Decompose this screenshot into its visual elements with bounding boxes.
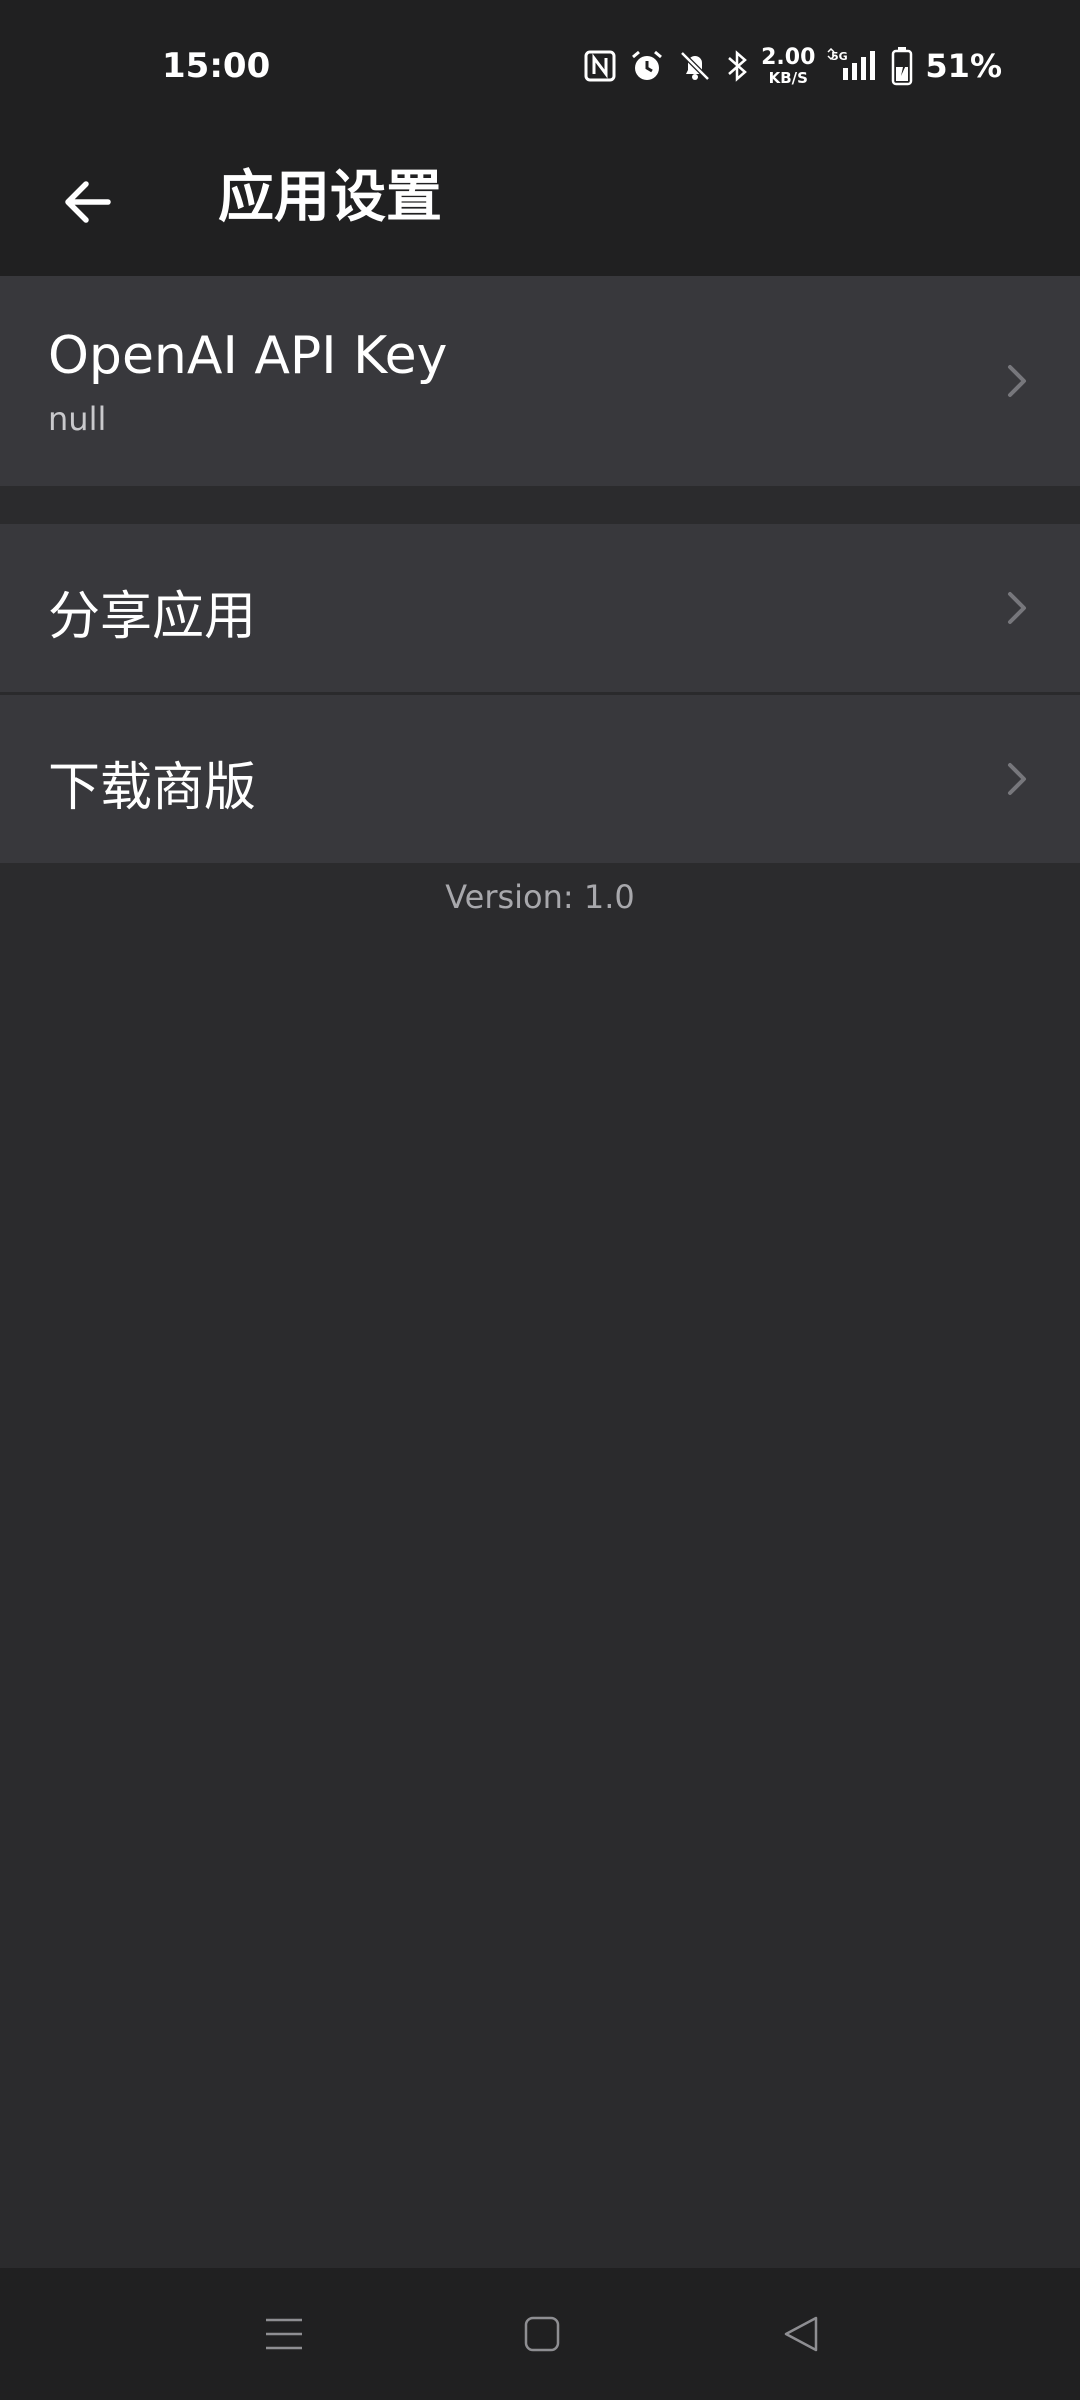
- settings-item-subtitle: null: [48, 400, 107, 438]
- screen: 15:00 2.00 KB/S 5G 51% 应用设置 OpenAI API K…: [0, 0, 1080, 2400]
- back-triangle-icon: [784, 2316, 818, 2352]
- version-label: Version: 1.0: [445, 878, 635, 916]
- nav-back-button[interactable]: [772, 2304, 832, 2364]
- battery-percent: 51%: [925, 47, 1002, 85]
- menu-icon: [266, 2318, 302, 2350]
- home-icon: [524, 2316, 560, 2352]
- nav-menu-button[interactable]: [254, 2304, 314, 2364]
- page-title: 应用设置: [218, 165, 442, 230]
- chevron-right-icon: [1008, 592, 1026, 624]
- chevron-right-icon: [1008, 365, 1026, 397]
- net-speed: 2.00 KB/S: [761, 44, 816, 87]
- settings-item-title: OpenAI API Key: [48, 326, 448, 386]
- net-speed-unit: KB/S: [768, 68, 808, 87]
- chevron-right-icon: [1008, 763, 1026, 795]
- status-icons: 2.00 KB/S 5G 51%: [583, 44, 1002, 88]
- back-button[interactable]: [46, 162, 126, 242]
- alarm-icon: [632, 50, 663, 80]
- bell-off-icon: [680, 51, 710, 81]
- settings-item-title: 分享应用: [48, 587, 257, 647]
- arrow-left-icon: [65, 181, 111, 223]
- app-bar: 应用设置: [0, 132, 1080, 276]
- battery-charging-icon: [892, 47, 913, 86]
- settings-item-share-app[interactable]: 分享应用: [0, 524, 1080, 692]
- nav-home-button[interactable]: [512, 2304, 572, 2364]
- bluetooth-icon: [728, 50, 748, 82]
- settings-item-openai-api-key[interactable]: OpenAI API Key null: [0, 276, 1080, 486]
- status-bar: 15:00 2.00 KB/S 5G 51%: [0, 0, 1080, 132]
- settings-item-title: 下载商版: [48, 758, 257, 818]
- status-time: 15:00: [162, 46, 271, 86]
- net-speed-value: 2.00: [761, 44, 816, 70]
- settings-item-download-commercial[interactable]: 下载商版: [0, 695, 1080, 863]
- signal-icon: 5G: [827, 48, 876, 80]
- nfc-icon: [584, 50, 616, 82]
- nav-bar: [0, 2268, 1080, 2400]
